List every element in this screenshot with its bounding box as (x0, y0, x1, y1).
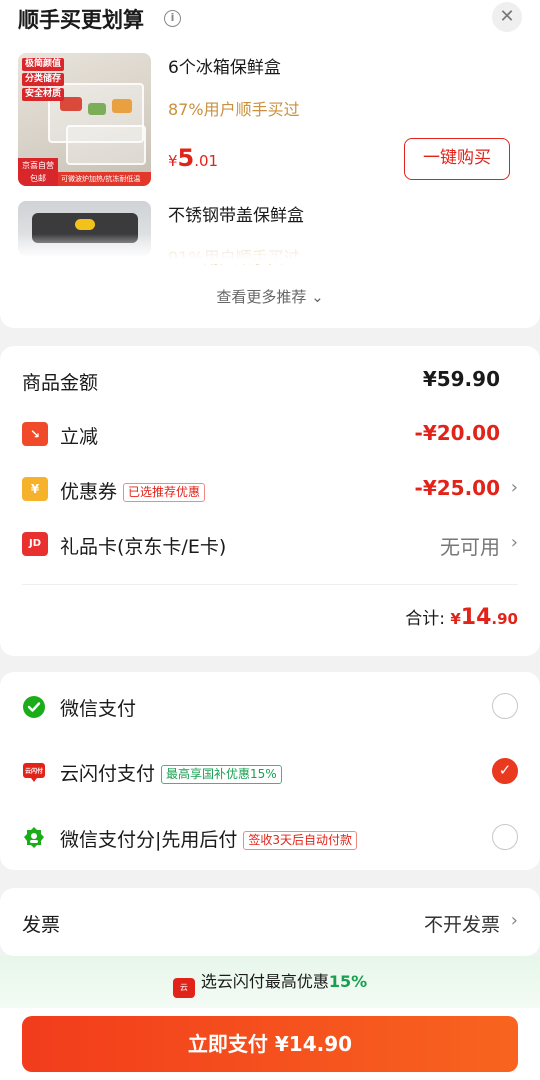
discount-value: -¥20.00 (414, 421, 500, 445)
invoice-row[interactable]: 发票 不开发票 › (0, 888, 540, 956)
goods-amount-row: 商品金额 ¥59.90 (22, 360, 518, 400)
svg-text:云闪付: 云闪付 (25, 767, 43, 775)
thumb-tag: 分类储存 (22, 73, 65, 86)
info-icon[interactable]: i (164, 10, 181, 27)
product-price: ¥5.01 (168, 144, 218, 172)
discount-label: 立减 (60, 426, 99, 448)
promo-highlight: 15% (328, 972, 368, 991)
unionpay-promo-banner: 云选云闪付最高优惠15% (0, 956, 540, 1008)
wechat-pay-icon (23, 696, 45, 718)
checkmark-icon[interactable]: ✓ (492, 758, 518, 784)
chevron-right-icon: › (510, 532, 518, 553)
total-integer: 14 (460, 605, 492, 630)
product-name[interactable]: 不锈钢带盖保鲜盒 (168, 201, 304, 226)
total-decimal: .90 (491, 610, 518, 628)
giftcard-label: 礼品卡(京东卡/E卡) (60, 536, 227, 558)
price-decimal: .01 (194, 152, 219, 170)
unionpay-quickpass-icon: 云闪付 (23, 763, 45, 782)
total-symbol: ¥ (450, 610, 461, 628)
jd-shipping-badge: 京喜自营 包邮 (18, 158, 58, 186)
recommend-title: 顺手买更划算 (18, 8, 144, 32)
coupon-row[interactable]: ¥ 优惠券 已选推荐优惠 -¥25.00 › (22, 469, 518, 509)
coupon-yen-icon: ¥ (22, 477, 48, 501)
see-more-recommendations[interactable]: 查看更多推荐 ⌄ (0, 286, 540, 307)
price-symbol: ¥ (168, 152, 178, 170)
payment-option-unionpay[interactable]: 云闪付 云闪付支付 最高享国补优惠15% ✓ (22, 749, 518, 793)
thumb-tag: 极简颜值 (22, 58, 65, 71)
divider (22, 584, 518, 585)
coupon-value: -¥25.00 (414, 476, 500, 500)
payment-option-wechat-payscore[interactable]: 微信支付分|先用后付 签收3天后自动付款 (22, 815, 518, 859)
product-purchase-rate: 87%用户顺手买过 (168, 100, 300, 119)
payment-radio[interactable] (492, 693, 518, 719)
payment-promo-tag: 签收3天后自动付款 (243, 831, 358, 850)
payment-promo-tag: 最高享国补优惠15% (161, 765, 282, 784)
price-integer: 5 (177, 144, 195, 172)
payment-radio[interactable] (492, 824, 518, 850)
recommend-card: 顺手买更划算 i ✕ 极简颜值 分类储存 安全材质 京喜自营 包邮 可微波炉加热… (0, 0, 540, 328)
payment-option-wechat[interactable]: 微信支付 (22, 684, 518, 728)
payment-label: 云闪付支付 最高享国补优惠15% (60, 759, 282, 786)
close-icon[interactable]: ✕ (492, 2, 522, 32)
coupon-label: 优惠券 已选推荐优惠 (60, 477, 206, 504)
total-amount: 合计: ¥14.90 (405, 604, 518, 630)
payment-label: 微信支付 (60, 698, 137, 720)
product-thumbnail[interactable]: 极简颜值 分类储存 安全材质 京喜自营 包邮 可微波炉加热/抗冻耐低温 (18, 53, 151, 186)
discount-row: ↘ 立减 -¥20.00 (22, 414, 518, 454)
jd-giftcard-icon: JD (22, 532, 48, 556)
unionpay-quickpass-icon: 云 (172, 978, 195, 998)
payment-label: 微信支付分|先用后付 签收3天后自动付款 (60, 825, 358, 852)
invoice-label: 发票 (22, 914, 61, 936)
coupon-tag: 已选推荐优惠 (123, 483, 206, 502)
wechat-payscore-icon (24, 827, 44, 848)
amount-card: 商品金额 ¥59.90 ↘ 立减 -¥20.00 ¥ 优惠券 已选推荐优惠 -¥2… (0, 346, 540, 656)
goods-amount-value: ¥59.90 (422, 367, 500, 391)
invoice-value: 不开发票 (423, 914, 500, 936)
product-name[interactable]: 6个冰箱保鲜盒 (168, 53, 281, 78)
pay-now-button[interactable]: 立即支付 ¥14.90 (22, 1016, 518, 1072)
promo-text: 选云闪付最高优惠 (200, 972, 329, 991)
giftcard-row[interactable]: JD 礼品卡(京东卡/E卡) 无可用 › (22, 524, 518, 564)
thumb-feature-strip: 可微波炉加热/抗冻耐低温 (58, 172, 151, 186)
giftcard-value: 无可用 (440, 535, 500, 559)
discount-arrow-icon: ↘ (22, 422, 48, 446)
bottom-bar: 立即支付 ¥14.90 (0, 1008, 540, 1080)
chevron-right-icon: › (510, 477, 518, 498)
chevron-right-icon: › (510, 910, 518, 931)
one-click-buy-button[interactable]: 一键购买 (404, 138, 510, 180)
goods-amount-label: 商品金额 (22, 372, 99, 394)
payment-methods-card: 微信支付 云闪付 云闪付支付 最高享国补优惠15% ✓ 微信支付分|先用后付 签收3… (0, 672, 540, 870)
thumb-tag: 安全材质 (22, 88, 65, 101)
total-label: 合计: (405, 609, 445, 629)
